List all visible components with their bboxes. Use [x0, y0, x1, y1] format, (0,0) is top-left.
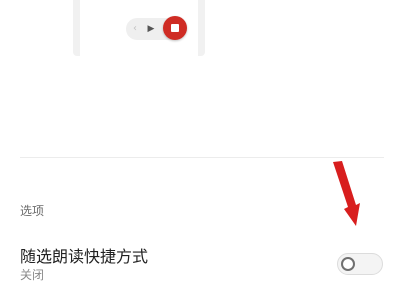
section-divider — [20, 157, 384, 158]
play-icon: ▶ — [147, 24, 155, 34]
chevron-left-icon: ‹ — [133, 23, 137, 34]
toggle-knob — [341, 257, 355, 271]
section-header-options: 选项 — [20, 204, 45, 218]
setting-status: 关闭 — [20, 268, 45, 282]
shortcut-toggle-switch[interactable] — [337, 253, 383, 275]
red-arrow-icon — [333, 161, 360, 226]
stop-icon — [163, 16, 187, 40]
setting-title: 随选朗读快捷方式 — [20, 247, 149, 266]
